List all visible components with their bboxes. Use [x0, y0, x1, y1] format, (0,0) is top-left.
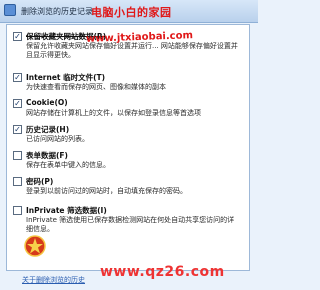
- option-title: Cookie(O): [26, 98, 68, 107]
- checkbox-history[interactable]: ✓: [13, 125, 22, 134]
- option-desc: InPrivate 筛选使用已保存数据检测网站在何处自动共享您访问的详细信息。: [26, 216, 235, 233]
- options-panel: ✓ 保留收藏夹网站数据(R) 保留允许收藏夹网站保存偏好设置并运行... 网站能…: [6, 24, 250, 271]
- option-desc: 保留允许收藏夹网站保存偏好设置并运行... 网站能够保存偏好设置并且显示得更快。: [26, 42, 238, 59]
- ie-icon: [4, 4, 16, 16]
- brand-watermark: 电脑小白的家园: [91, 6, 172, 19]
- option-desc: 为快速查看而保存的网页、图像和媒体的副本: [26, 83, 166, 91]
- option-title: InPrivate 筛选数据(I): [26, 206, 107, 215]
- option-desc: 网站存储在计算机上的文件，以保存如登录信息等首选项: [26, 109, 201, 117]
- checkbox-passwords[interactable]: [13, 177, 22, 186]
- checkbox-cookie[interactable]: ✓: [13, 99, 22, 108]
- option-title: 历史记录(H): [26, 125, 70, 134]
- option-desc: 登录到以前访问过的网站时，自动填充保存的密码。: [26, 187, 187, 195]
- option-title: 表单数据(F): [26, 151, 68, 160]
- title-bar: 删除浏览的历史记录 电脑小白的家园: [0, 0, 258, 23]
- window-title: 删除浏览的历史记录: [21, 7, 93, 16]
- option-title: 密码(P): [26, 177, 54, 186]
- help-link[interactable]: 关于删除浏览的历史: [22, 275, 85, 285]
- checkbox-favorites[interactable]: ✓: [13, 32, 22, 41]
- checkbox-temp-files[interactable]: ✓: [13, 73, 22, 82]
- site-watermark: www.qz26.com: [100, 264, 225, 280]
- checkbox-form-data[interactable]: [13, 151, 22, 160]
- option-desc: 保存在表单中键入的信息。: [26, 161, 110, 169]
- shield-badge-icon: [24, 235, 46, 257]
- checkbox-inprivate[interactable]: [13, 206, 22, 215]
- option-title: Internet 临时文件(T): [26, 73, 106, 82]
- option-desc: 已访问网站的列表。: [26, 135, 89, 143]
